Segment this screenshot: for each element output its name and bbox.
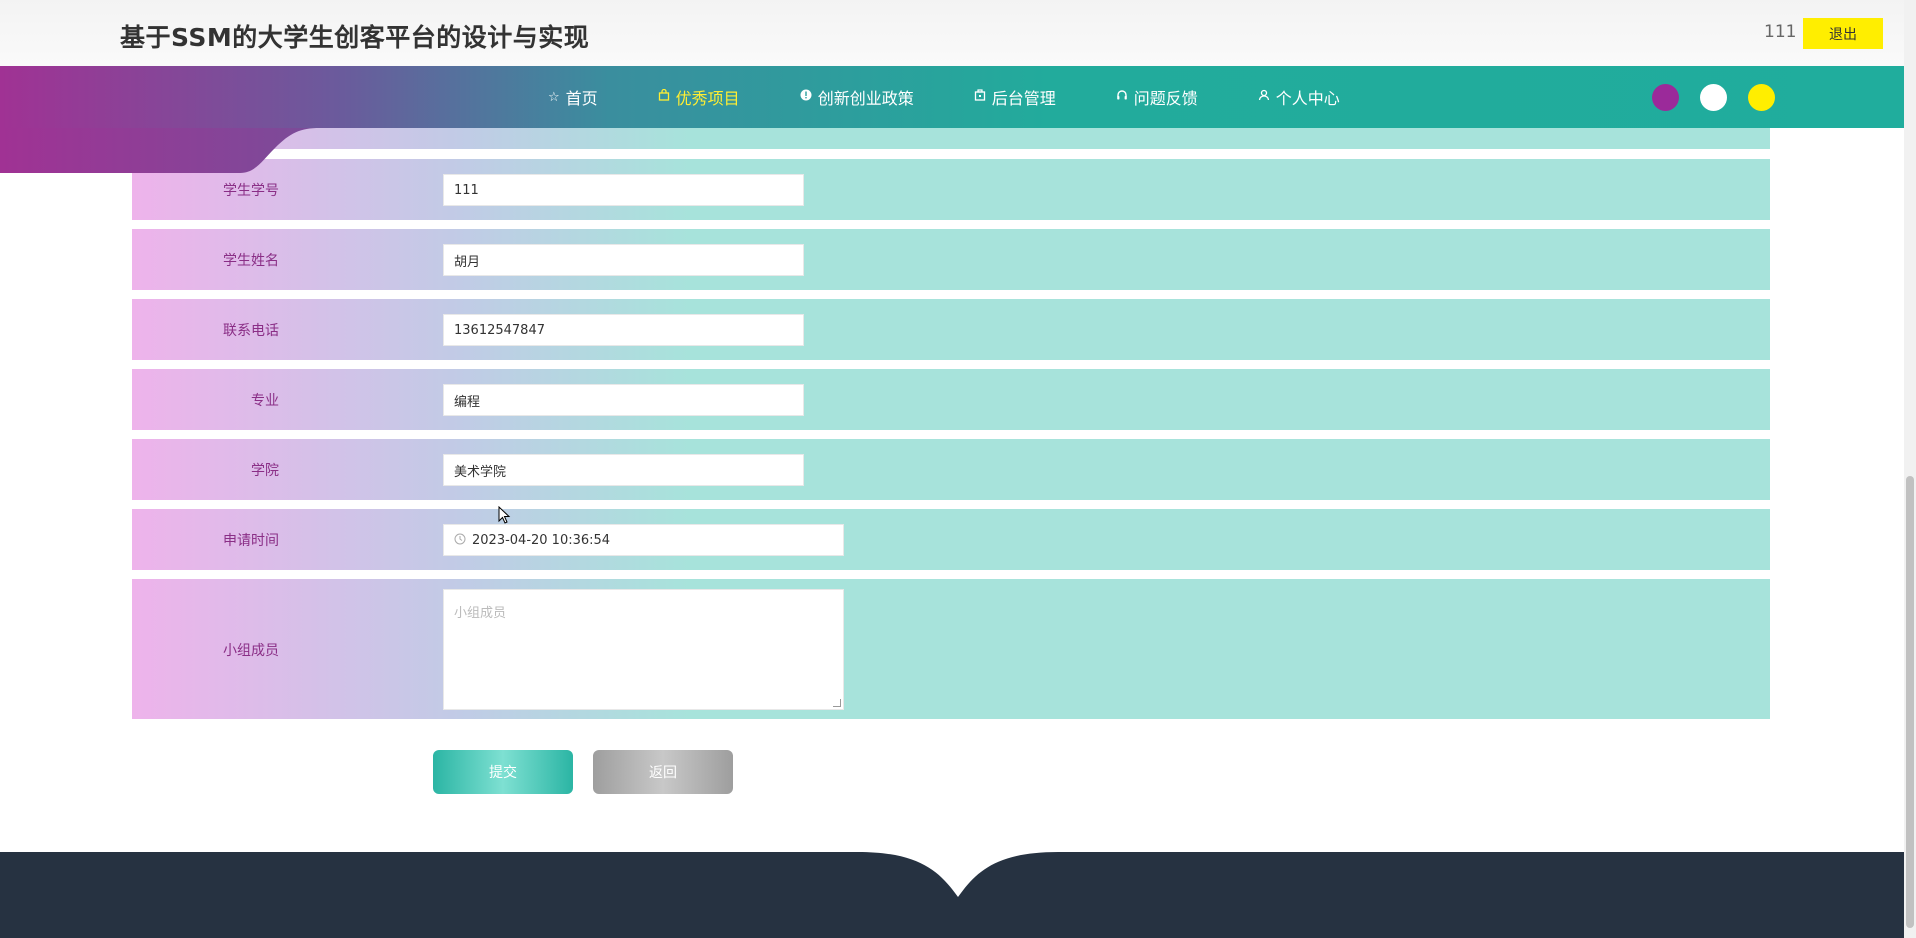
phone-label: 联系电话 <box>223 323 279 339</box>
submit-button[interactable]: 提交 <box>433 750 573 794</box>
nav-item-profile[interactable]: 个人中心 <box>1258 85 1340 109</box>
major-label: 专业 <box>251 393 279 409</box>
logout-button[interactable]: 退出 <box>1803 18 1883 49</box>
members-label: 小组成员 <box>223 643 279 659</box>
form-row-student-id: 学生学号 111 <box>132 159 1770 220</box>
bag-icon <box>658 88 670 105</box>
nav-item-label: 问题反馈 <box>1133 89 1198 108</box>
form-row-major: 专业 编程 <box>132 369 1770 430</box>
apply-time-value: 2023-04-20 10:36:54 <box>472 532 611 548</box>
nav-item-label: 后台管理 <box>991 89 1056 108</box>
form-row-members: 小组成员 小组成员 <box>132 579 1770 719</box>
student-name-label: 学生姓名 <box>223 253 279 269</box>
form-row-apply-time: 申请时间 2023-04-20 10:36:54 <box>132 509 1770 570</box>
nav-item-admin[interactable]: 后台管理 <box>974 85 1056 109</box>
form-row-hidden <box>132 128 1770 149</box>
phone-input[interactable]: 13612547847 <box>443 314 804 346</box>
theme-white-button[interactable] <box>1700 84 1727 111</box>
theme-purple-button[interactable] <box>1652 84 1679 111</box>
username-label: 111 <box>1764 22 1797 42</box>
student-id-label: 学生学号 <box>223 183 279 199</box>
footer-notch-decoration <box>858 852 1058 897</box>
clock-icon <box>454 533 466 548</box>
student-name-input[interactable]: 胡月 <box>443 244 804 276</box>
resize-grip-icon[interactable] <box>833 699 841 707</box>
major-input[interactable]: 编程 <box>443 384 804 416</box>
nav-item-label: 优秀项目 <box>675 89 740 108</box>
form-row-student-name: 学生姓名 胡月 <box>132 229 1770 290</box>
back-button[interactable]: 返回 <box>593 750 733 794</box>
star-icon: ☆ <box>548 89 560 105</box>
members-placeholder: 小组成员 <box>454 606 507 621</box>
nav-item-projects[interactable]: 优秀项目 <box>658 85 740 109</box>
user-icon <box>1258 89 1270 105</box>
nav-curve-decoration <box>0 128 320 173</box>
apply-time-label: 申请时间 <box>223 533 279 549</box>
page-scrollbar[interactable] <box>1904 0 1916 938</box>
student-id-input[interactable]: 111 <box>443 174 804 206</box>
nav-item-home[interactable]: ☆ 首页 <box>548 85 598 109</box>
scrollbar-thumb[interactable] <box>1906 476 1914 928</box>
nav-item-label: 创新创业政策 <box>817 89 914 108</box>
building-icon <box>974 89 986 105</box>
nav-item-feedback[interactable]: 问题反馈 <box>1116 85 1198 109</box>
apply-time-input[interactable]: 2023-04-20 10:36:54 <box>443 524 844 556</box>
nav-item-policy[interactable]: 创新创业政策 <box>800 85 914 109</box>
theme-yellow-button[interactable] <box>1748 84 1775 111</box>
college-input[interactable]: 美术学院 <box>443 454 804 486</box>
mouse-cursor-icon <box>498 506 511 524</box>
form-row-college: 学院 美术学院 <box>132 439 1770 500</box>
site-title: 基于SSM的大学生创客平台的设计与实现 <box>120 23 590 52</box>
headset-icon <box>1116 89 1128 105</box>
members-textarea[interactable]: 小组成员 <box>443 589 844 710</box>
info-icon <box>800 89 812 105</box>
nav-item-label: 个人中心 <box>1275 89 1340 108</box>
nav-item-label: 首页 <box>565 89 598 108</box>
form-row-phone: 联系电话 13612547847 <box>132 299 1770 360</box>
nav-bar: ☆ 首页 优秀项目 创新创业政策 后台管理 问题反馈 个人中心 <box>0 66 1904 128</box>
nav-menu: ☆ 首页 优秀项目 创新创业政策 后台管理 问题反馈 个人中心 <box>548 66 1400 128</box>
top-header: 基于SSM的大学生创客平台的设计与实现 111 退出 <box>0 0 1904 66</box>
college-label: 学院 <box>251 463 279 479</box>
